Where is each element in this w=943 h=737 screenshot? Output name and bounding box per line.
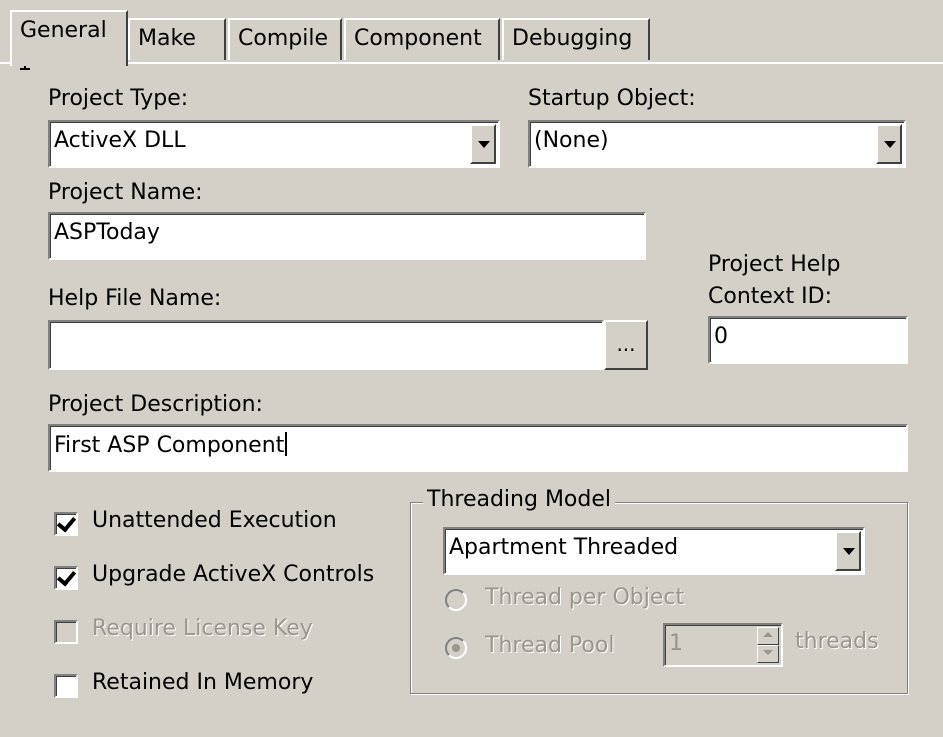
browse-button-label: ... xyxy=(616,332,636,356)
tab-make[interactable]: Make xyxy=(128,18,226,60)
thread-pool-count-value: 1 xyxy=(669,631,683,656)
tab-component-label: Component xyxy=(354,26,482,51)
project-properties-dialog: General Make Compile Component Debugging… xyxy=(0,0,943,737)
tab-make-label: Make xyxy=(138,26,196,51)
startup-object-select[interactable]: (None) xyxy=(528,120,906,168)
help-context-label-line1: Project Help xyxy=(708,252,841,277)
thread-pool-spin-buttons xyxy=(757,627,779,663)
help-file-name-input[interactable] xyxy=(48,320,604,370)
help-context-label-line2: Context ID: xyxy=(708,284,833,309)
threading-model-group: Threading Model Apartment Threaded Threa… xyxy=(410,487,908,694)
tab-general-label: General xyxy=(20,18,107,43)
spin-up-icon[interactable] xyxy=(757,627,779,645)
project-type-dropdown-icon[interactable] xyxy=(470,124,496,164)
startup-object-label: Startup Object: xyxy=(528,86,696,111)
threading-model-dropdown-icon[interactable] xyxy=(835,531,861,571)
tab-compile-label: Compile xyxy=(238,26,328,51)
threads-unit-label: threads xyxy=(795,629,879,654)
require-license-key-label: Require License Key xyxy=(92,616,313,641)
threading-model-value: Apartment Threaded xyxy=(449,535,679,560)
help-context-id-input[interactable]: 0 xyxy=(708,316,908,364)
project-description-label: Project Description: xyxy=(48,392,263,417)
tab-compile[interactable]: Compile xyxy=(228,18,342,60)
browse-help-file-button[interactable]: ... xyxy=(604,320,648,370)
startup-object-value: (None) xyxy=(534,128,609,153)
spin-down-icon[interactable] xyxy=(757,645,779,663)
project-description-input[interactable]: First ASP Component xyxy=(48,424,908,472)
tab-debugging[interactable]: Debugging xyxy=(502,18,650,60)
thread-pool-label: Thread Pool xyxy=(485,633,615,658)
project-type-select[interactable]: ActiveX DLL xyxy=(48,120,500,168)
retained-in-memory-checkbox[interactable] xyxy=(54,674,78,698)
unattended-execution-label: Unattended Execution xyxy=(92,508,337,533)
upgrade-activex-checkbox[interactable] xyxy=(54,566,78,590)
tab-strip: General Make Compile Component Debugging xyxy=(0,0,943,66)
tab-general[interactable]: General xyxy=(10,10,128,66)
project-name-input[interactable]: ASPToday xyxy=(48,212,646,260)
require-license-key-checkbox[interactable] xyxy=(54,620,78,644)
retained-in-memory-label: Retained In Memory xyxy=(92,670,314,695)
tab-component[interactable]: Component xyxy=(344,18,500,60)
project-description-value: First ASP Component xyxy=(54,433,285,458)
threading-model-legend: Threading Model xyxy=(423,487,615,512)
startup-object-dropdown-icon[interactable] xyxy=(876,124,902,164)
upgrade-activex-label: Upgrade ActiveX Controls xyxy=(92,562,375,587)
project-name-label: Project Name: xyxy=(48,180,203,205)
threading-model-select[interactable]: Apartment Threaded xyxy=(443,527,865,575)
thread-per-object-radio[interactable] xyxy=(445,589,467,611)
thread-per-object-label: Thread per Object xyxy=(485,585,685,610)
unattended-execution-checkbox[interactable] xyxy=(54,512,78,536)
project-name-value: ASPToday xyxy=(54,220,160,245)
tab-debugging-label: Debugging xyxy=(512,26,633,51)
help-file-name-label: Help File Name: xyxy=(48,286,222,311)
thread-pool-count-stepper[interactable]: 1 xyxy=(663,623,783,667)
project-type-value: ActiveX DLL xyxy=(54,128,186,153)
text-caret xyxy=(285,432,288,456)
project-type-label: Project Type: xyxy=(48,86,189,111)
help-context-id-value: 0 xyxy=(714,324,728,349)
thread-pool-radio[interactable] xyxy=(445,637,467,659)
